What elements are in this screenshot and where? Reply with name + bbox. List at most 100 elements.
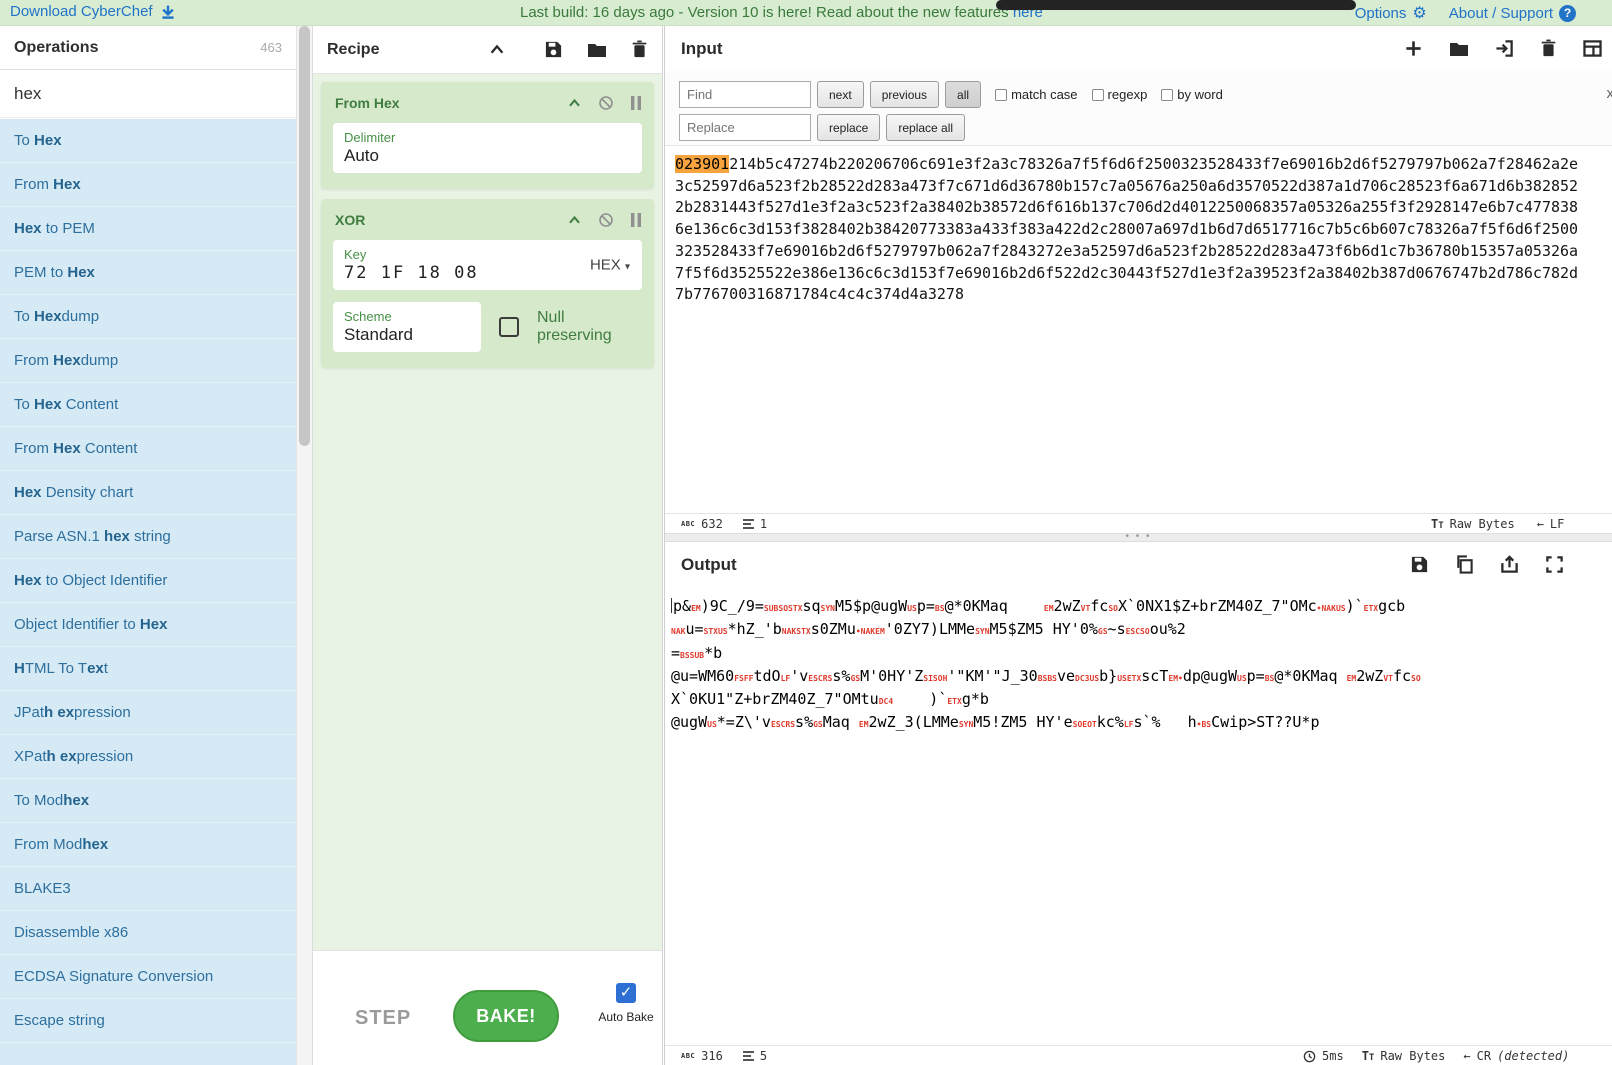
operation-item[interactable]: Hex to PEM <box>0 207 296 251</box>
operation-item[interactable]: To Hex Content <box>0 383 296 427</box>
control-char: NAK <box>671 627 685 636</box>
control-char: SYN <box>975 627 989 636</box>
input-line: 7f5f6d3525522e386e136c6c3d153f7e69016b2d… <box>675 263 1602 285</box>
move-output-to-input-icon[interactable] <box>1500 555 1519 574</box>
clear-recipe-trash-icon[interactable] <box>631 40 648 59</box>
output-encoding-selector[interactable]: TTRaw Bytes <box>1362 1049 1446 1063</box>
op-name: XOR <box>335 212 365 228</box>
xor-scheme-field[interactable]: Scheme Standard <box>333 302 481 352</box>
breakpoint-pause-icon[interactable] <box>630 213 642 227</box>
collapse-recipe-icon[interactable] <box>488 41 506 59</box>
auto-bake-label: Auto Bake <box>595 1010 657 1024</box>
operations-search-input[interactable] <box>14 84 282 104</box>
add-input-plus-icon[interactable] <box>1404 39 1423 58</box>
operation-item[interactable]: HTML To Text <box>0 647 296 691</box>
operation-item[interactable]: To Modhex <box>0 779 296 823</box>
reset-layout-icon[interactable] <box>1583 40 1602 57</box>
open-folder-icon[interactable] <box>1449 40 1469 58</box>
control-char: BSBS <box>1038 674 1057 683</box>
options-button[interactable]: Options ⚙ <box>1355 3 1427 23</box>
recipe-op-from-hex[interactable]: From Hex Delimiter Auto <box>321 82 654 189</box>
input-text[interactable]: 023901214b5c47274b220206706c691e3f2a3c78… <box>665 146 1612 506</box>
about-support-link[interactable]: About / Support ? <box>1449 5 1576 22</box>
operation-item[interactable]: From Modhex <box>0 823 296 867</box>
clear-io-trash-icon[interactable] <box>1540 39 1557 58</box>
operations-scrollbar[interactable] <box>296 26 312 1065</box>
null-preserving-checkbox[interactable] <box>499 317 519 337</box>
replace-input[interactable] <box>679 114 811 141</box>
output-char-count: 316 <box>701 1049 723 1063</box>
control-char: SISOH <box>923 674 947 683</box>
operation-item[interactable]: Hex Density chart <box>0 471 296 515</box>
operation-item[interactable]: Parse ASN.1 hex string <box>0 515 296 559</box>
disable-op-icon[interactable] <box>598 212 614 228</box>
operation-item[interactable]: From Hex <box>0 163 296 207</box>
operation-item[interactable]: To Hex <box>0 119 296 163</box>
delimiter-value: Auto <box>344 146 631 166</box>
find-next-button[interactable]: next <box>817 81 864 108</box>
control-char: ESCSO <box>1126 627 1150 636</box>
collapse-op-icon[interactable] <box>567 96 582 111</box>
find-replace-bar: next previous all match case regexp by w… <box>665 71 1612 146</box>
char-count-icon: ABC <box>681 1052 695 1060</box>
bake-button[interactable]: BAKE! <box>453 990 559 1042</box>
output-line-count: 5 <box>760 1049 767 1063</box>
save-output-icon[interactable] <box>1410 555 1429 574</box>
input-line: 6e136c6c3d153f3828402b38420773383a433f38… <box>675 219 1602 241</box>
close-find-button[interactable]: x <box>1607 85 1612 102</box>
operation-item[interactable]: Object Identifier to Hex <box>0 603 296 647</box>
output-line: =BSSUB*b <box>671 643 1606 666</box>
operation-item[interactable]: Disassemble x86 <box>0 911 296 955</box>
breakpoint-pause-icon[interactable] <box>630 96 642 110</box>
operation-item[interactable]: From Hex Content <box>0 427 296 471</box>
copy-output-icon[interactable] <box>1455 555 1474 574</box>
disable-op-icon[interactable] <box>598 95 614 111</box>
input-eol-selector[interactable]: ←LF <box>1537 517 1565 531</box>
operation-item[interactable]: Hex to Object Identifier <box>0 559 296 603</box>
operation-item[interactable]: From Hexdump <box>0 339 296 383</box>
match-case-checkbox[interactable] <box>995 89 1007 101</box>
input-footer: ABC632 1 TTRaw Bytes ←LF <box>665 513 1612 533</box>
scrollbar-thumb[interactable] <box>299 26 310 446</box>
recipe-header: Recipe <box>313 26 662 74</box>
io-splitter-handle[interactable]: • • • <box>665 533 1612 542</box>
operation-item[interactable]: To Hexdump <box>0 295 296 339</box>
xor-key-field[interactable]: Key 72 1F 18 08 HEX ▾ <box>333 240 642 290</box>
output-text[interactable]: p&EM)9C_/9=SUBSOSTXsqSYNM5$p@ugWUSp=BS@*… <box>665 587 1612 1042</box>
operation-item[interactable]: PEM to Hex <box>0 251 296 295</box>
maximise-output-icon[interactable] <box>1545 555 1564 574</box>
step-button[interactable]: STEP <box>355 1007 411 1030</box>
control-char: SYN <box>959 720 973 729</box>
delimiter-field[interactable]: Delimiter Auto <box>333 123 642 173</box>
operation-item[interactable]: Escape string <box>0 999 296 1043</box>
input-line-count: 1 <box>760 517 767 531</box>
download-cyberchef-link[interactable]: Download CyberChef <box>10 3 176 20</box>
find-input[interactable] <box>679 81 811 108</box>
open-file-import-icon[interactable] <box>1495 39 1514 58</box>
regexp-label: regexp <box>1108 87 1148 102</box>
key-type-dropdown[interactable]: HEX ▾ <box>590 257 630 274</box>
eol-arrow-icon: ← <box>1463 1049 1470 1063</box>
control-char: US <box>907 604 917 613</box>
load-recipe-folder-icon[interactable] <box>587 41 607 59</box>
auto-bake-checkbox[interactable]: ✓ <box>616 983 636 1003</box>
input-encoding-selector[interactable]: TTRaw Bytes <box>1431 517 1515 531</box>
operation-item[interactable]: JPath expression <box>0 691 296 735</box>
replace-button[interactable]: replace <box>817 114 880 141</box>
control-char: NAKSTX <box>782 627 811 636</box>
output-eol-selector[interactable]: ←CR(detected) <box>1463 1049 1569 1063</box>
replace-all-button[interactable]: replace all <box>886 114 965 141</box>
control-char: ESCRS <box>771 720 795 729</box>
collapse-op-icon[interactable] <box>567 213 582 228</box>
input-line: 023901214b5c47274b220206706c691e3f2a3c78… <box>675 154 1602 176</box>
by-word-checkbox[interactable] <box>1161 89 1173 101</box>
operation-item[interactable]: XPath expression <box>0 735 296 779</box>
operation-item[interactable]: ECDSA Signature Conversion <box>0 955 296 999</box>
save-recipe-icon[interactable] <box>544 40 563 59</box>
find-all-button[interactable]: all <box>945 81 981 108</box>
find-previous-button[interactable]: previous <box>870 81 939 108</box>
regexp-checkbox[interactable] <box>1092 89 1104 101</box>
operation-item[interactable]: BLAKE3 <box>0 867 296 911</box>
output-line: p&EM)9C_/9=SUBSOSTXsqSYNM5$p@ugWUSp=BS@*… <box>671 596 1606 619</box>
recipe-op-xor[interactable]: XOR Key 72 1F 18 08 HEX ▾ <box>321 199 654 368</box>
